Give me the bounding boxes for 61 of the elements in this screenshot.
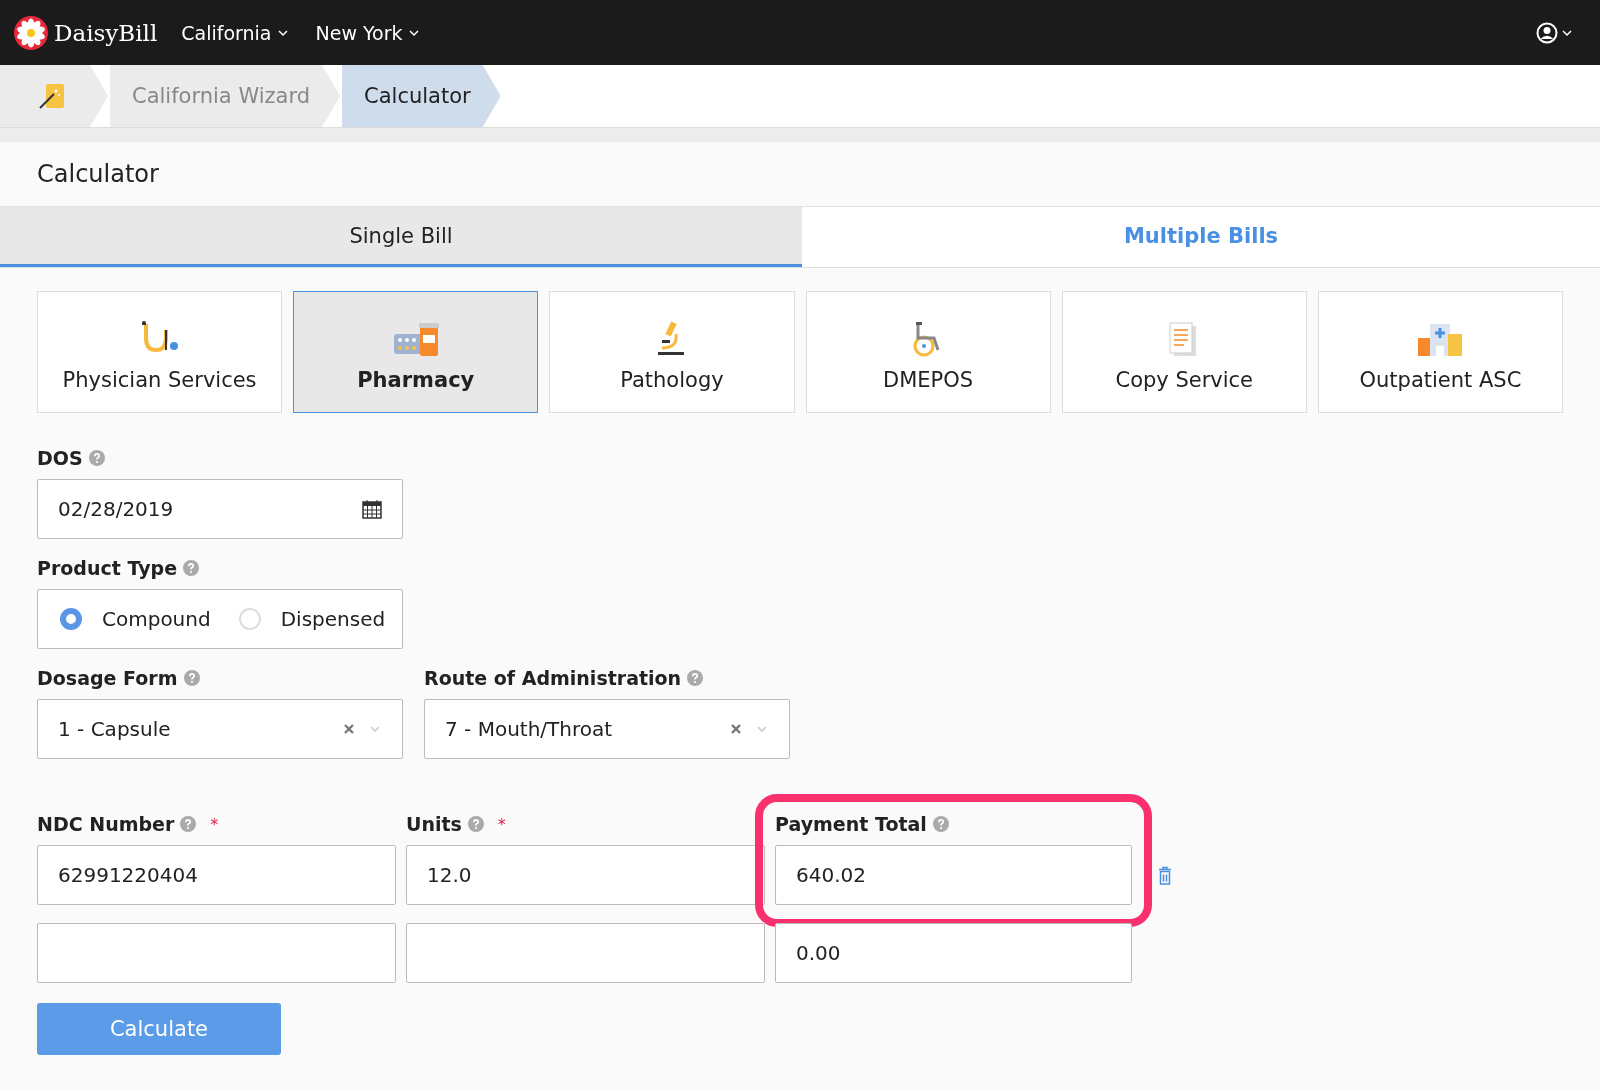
field-label: NDC Number xyxy=(37,813,175,835)
service-card[interactable]: Outpatient ASC xyxy=(1317,291,1564,413)
radio-option[interactable]: Compound xyxy=(60,607,211,631)
service-label: Pathology xyxy=(620,368,724,392)
select-field[interactable]: 7 - Mouth/Throat xyxy=(424,699,790,759)
help-icon xyxy=(183,560,199,576)
service-label: Pharmacy xyxy=(357,368,475,392)
help-icon xyxy=(467,816,484,832)
help-icon xyxy=(183,670,200,686)
caret-icon xyxy=(1562,28,1572,37)
help-icon xyxy=(180,816,197,832)
field-label: Product Type xyxy=(37,557,177,579)
input-field[interactable] xyxy=(37,923,396,983)
input-field[interactable]: 62991220404 xyxy=(37,845,396,905)
page-title: Calculator xyxy=(37,160,159,188)
select-field[interactable]: 1 - Capsule xyxy=(37,699,403,759)
account-menu[interactable] xyxy=(1536,21,1572,44)
field-label: Route of Administration xyxy=(424,667,682,689)
calendar-icon xyxy=(362,499,382,519)
service-label: Outpatient ASC xyxy=(1359,368,1522,392)
breadcrumb-item[interactable]: Calculator xyxy=(342,65,501,127)
service-label: Physician Services xyxy=(62,368,257,392)
service-card[interactable]: Pharmacy xyxy=(293,291,539,413)
nav-menu[interactable]: California xyxy=(181,21,288,44)
date-field[interactable]: 02/28/2019 xyxy=(37,479,403,539)
chevron-down-icon xyxy=(370,725,382,733)
help-icon xyxy=(88,450,105,466)
caret-icon xyxy=(408,28,419,37)
user-icon xyxy=(1536,21,1558,44)
wizard-home-crumb[interactable] xyxy=(0,65,108,127)
input-field[interactable]: 0.00 xyxy=(775,923,1132,983)
service-card[interactable]: DMEPOS xyxy=(805,291,1051,413)
radio-label: Dispensed xyxy=(280,607,386,631)
daisy-logo-icon xyxy=(14,15,48,50)
field-label: Payment Total xyxy=(775,813,927,835)
help-icon xyxy=(687,670,704,686)
service-label: DMEPOS xyxy=(883,368,974,392)
service-card[interactable]: Physician Services xyxy=(37,291,283,413)
brand-name: DaisyBill xyxy=(54,19,158,46)
radio-button[interactable] xyxy=(60,608,82,630)
service-card[interactable]: Copy Service xyxy=(1061,291,1307,413)
input-field[interactable]: 640.02 xyxy=(775,845,1132,905)
chevron-down-icon xyxy=(757,725,769,733)
required-marker: * xyxy=(210,814,219,834)
pill-bottle-icon xyxy=(391,320,440,358)
caret-icon xyxy=(277,28,288,37)
field-label: DOS xyxy=(37,447,83,469)
clear-icon xyxy=(344,724,354,734)
input-field[interactable] xyxy=(406,923,765,983)
required-marker: * xyxy=(497,814,506,834)
service-label: Copy Service xyxy=(1115,368,1254,392)
radio-label: Compound xyxy=(102,607,211,631)
nav-menu[interactable]: New York xyxy=(315,21,419,44)
field-label: Dosage Form xyxy=(37,667,178,689)
field-label: Units xyxy=(406,813,462,835)
tab[interactable]: Single Bill xyxy=(0,207,802,267)
service-card[interactable]: Pathology xyxy=(549,291,795,413)
clear-icon xyxy=(731,724,741,734)
help-icon xyxy=(932,816,949,832)
input-field[interactable]: 12.0 xyxy=(406,845,765,905)
radio-option[interactable]: Dispensed xyxy=(238,607,386,631)
